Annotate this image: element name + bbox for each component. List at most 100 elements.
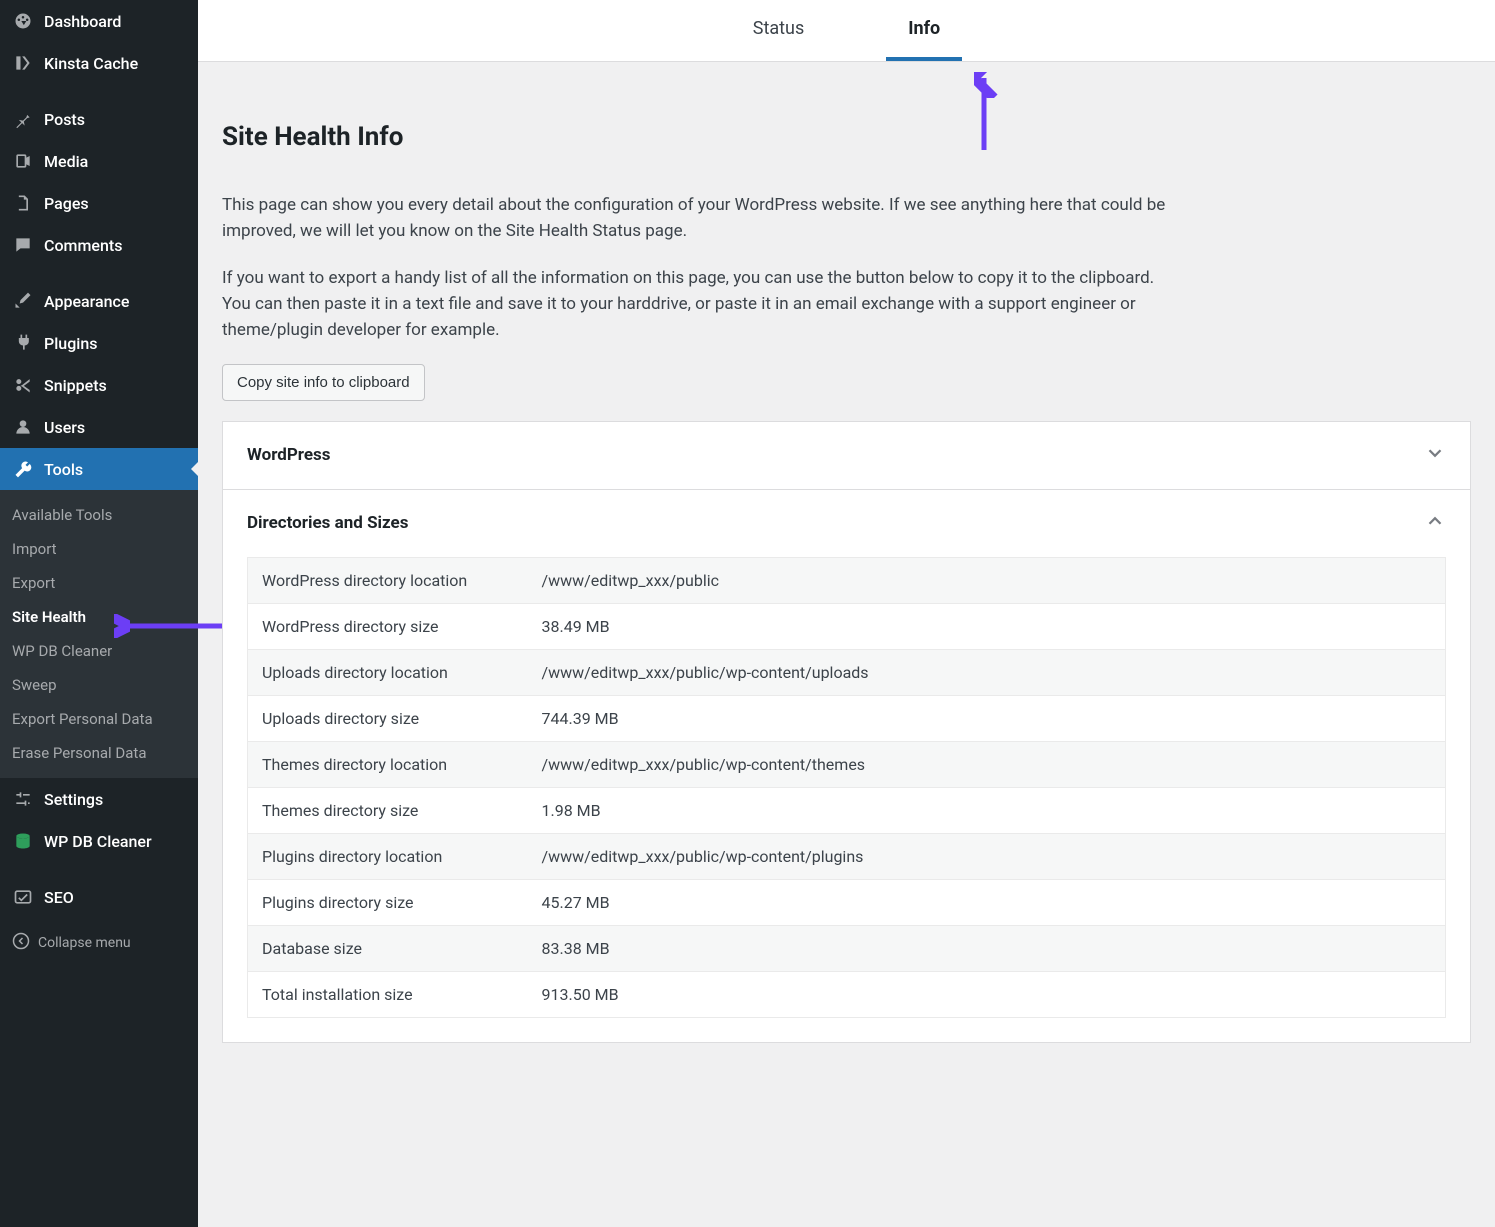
row-value: 38.49 MB [528, 603, 1446, 649]
media-icon [12, 150, 34, 172]
sidebar-item-seo[interactable]: SEO [0, 876, 198, 918]
main-content: Status Info Site Health Info This page c… [198, 0, 1495, 1227]
accordion-header-wordpress[interactable]: WordPress [223, 422, 1470, 489]
sliders-icon [12, 788, 34, 810]
table-row: Total installation size913.50 MB [248, 971, 1446, 1017]
submenu-export-personal[interactable]: Export Personal Data [0, 702, 198, 736]
intro-paragraph-2: If you want to export a handy list of al… [222, 265, 1182, 344]
intro-paragraph-1: This page can show you every detail abou… [222, 192, 1182, 245]
row-label: Plugins directory location [248, 833, 528, 879]
row-value: 83.38 MB [528, 925, 1446, 971]
wrench-icon [12, 458, 34, 480]
sidebar-item-label: Comments [44, 236, 122, 255]
submenu-import[interactable]: Import [0, 532, 198, 566]
table-row: Database size83.38 MB [248, 925, 1446, 971]
scissors-icon [12, 374, 34, 396]
sidebar-item-settings[interactable]: Settings [0, 778, 198, 820]
row-value: /www/editwp_xxx/public/wp-content/plugin… [528, 833, 1446, 879]
sidebar-item-label: SEO [44, 888, 74, 907]
row-label: Database size [248, 925, 528, 971]
sidebar-item-posts[interactable]: Posts [0, 98, 198, 140]
user-icon [12, 416, 34, 438]
seo-icon [12, 886, 34, 908]
submenu-site-health[interactable]: Site Health [0, 600, 198, 634]
row-label: WordPress directory size [248, 603, 528, 649]
table-row: Plugins directory location/www/editwp_xx… [248, 833, 1446, 879]
submenu-sweep[interactable]: Sweep [0, 668, 198, 702]
sidebar-item-label: Snippets [44, 376, 107, 395]
accordion-header-directories[interactable]: Directories and Sizes [223, 490, 1470, 557]
db-icon [12, 830, 34, 852]
sidebar-item-plugins[interactable]: Plugins [0, 322, 198, 364]
sidebar-item-users[interactable]: Users [0, 406, 198, 448]
row-label: Themes directory location [248, 741, 528, 787]
pin-icon [12, 108, 34, 130]
row-value: 45.27 MB [528, 879, 1446, 925]
chevron-up-icon [1424, 510, 1446, 537]
sidebar-item-label: Plugins [44, 334, 97, 353]
sidebar-item-comments[interactable]: Comments [0, 224, 198, 266]
row-label: WordPress directory location [248, 557, 528, 603]
sidebar-item-kinsta[interactable]: Kinsta Cache [0, 42, 198, 84]
row-label: Plugins directory size [248, 879, 528, 925]
sidebar-item-label: Users [44, 418, 85, 437]
row-value: /www/editwp_xxx/public/wp-content/upload… [528, 649, 1446, 695]
row-label: Total installation size [248, 971, 528, 1017]
table-row: Plugins directory size45.27 MB [248, 879, 1446, 925]
chevron-down-icon [1424, 442, 1446, 469]
submenu-available-tools[interactable]: Available Tools [0, 498, 198, 532]
sidebar-item-label: Settings [44, 790, 103, 809]
gauge-icon [12, 10, 34, 32]
sidebar-item-wp-db-cleaner[interactable]: WP DB Cleaner [0, 820, 198, 862]
accordion-directories: Directories and Sizes WordPress director… [222, 490, 1471, 1043]
row-label: Uploads directory size [248, 695, 528, 741]
sidebar-item-appearance[interactable]: Appearance [0, 280, 198, 322]
row-label: Themes directory size [248, 787, 528, 833]
sidebar-item-label: Pages [44, 194, 89, 213]
submenu-export[interactable]: Export [0, 566, 198, 600]
row-value: 744.39 MB [528, 695, 1446, 741]
sidebar-item-label: Kinsta Cache [44, 54, 138, 73]
collapse-icon [12, 932, 30, 954]
directories-table: WordPress directory location/www/editwp_… [247, 557, 1446, 1018]
sidebar-item-label: Posts [44, 110, 85, 129]
kinsta-icon [12, 52, 34, 74]
sidebar-item-label: Appearance [44, 292, 129, 311]
table-row: WordPress directory size38.49 MB [248, 603, 1446, 649]
tab-status[interactable]: Status [731, 0, 826, 61]
page-title: Site Health Info [222, 122, 1471, 152]
table-row: Uploads directory size744.39 MB [248, 695, 1446, 741]
sidebar-item-pages[interactable]: Pages [0, 182, 198, 224]
sidebar-item-label: Tools [44, 460, 83, 479]
admin-sidebar: Dashboard Kinsta Cache Posts Media Pages… [0, 0, 198, 1227]
row-value: /www/editwp_xxx/public [528, 557, 1446, 603]
accordion-title: WordPress [247, 445, 331, 465]
sidebar-item-dashboard[interactable]: Dashboard [0, 0, 198, 42]
accordion-wordpress: WordPress [222, 421, 1471, 490]
submenu-erase-personal[interactable]: Erase Personal Data [0, 736, 198, 770]
table-row: WordPress directory location/www/editwp_… [248, 557, 1446, 603]
sidebar-item-label: WP DB Cleaner [44, 832, 152, 851]
collapse-label: Collapse menu [38, 935, 131, 951]
plug-icon [12, 332, 34, 354]
sidebar-item-tools[interactable]: Tools [0, 448, 198, 490]
sidebar-item-label: Media [44, 152, 88, 171]
brush-icon [12, 290, 34, 312]
tools-submenu: Available Tools Import Export Site Healt… [0, 490, 198, 778]
table-row: Themes directory location/www/editwp_xxx… [248, 741, 1446, 787]
accordion-title: Directories and Sizes [247, 513, 408, 533]
copy-site-info-button[interactable]: Copy site info to clipboard [222, 364, 425, 401]
sidebar-item-snippets[interactable]: Snippets [0, 364, 198, 406]
table-row: Uploads directory location/www/editwp_xx… [248, 649, 1446, 695]
collapse-menu[interactable]: Collapse menu [0, 922, 198, 964]
pages-icon [12, 192, 34, 214]
sidebar-item-media[interactable]: Media [0, 140, 198, 182]
row-value: /www/editwp_xxx/public/wp-content/themes [528, 741, 1446, 787]
comment-icon [12, 234, 34, 256]
table-row: Themes directory size1.98 MB [248, 787, 1446, 833]
health-tabs: Status Info [198, 0, 1495, 62]
row-label: Uploads directory location [248, 649, 528, 695]
tab-info[interactable]: Info [886, 0, 962, 61]
row-value: 1.98 MB [528, 787, 1446, 833]
submenu-wp-db-cleaner[interactable]: WP DB Cleaner [0, 634, 198, 668]
